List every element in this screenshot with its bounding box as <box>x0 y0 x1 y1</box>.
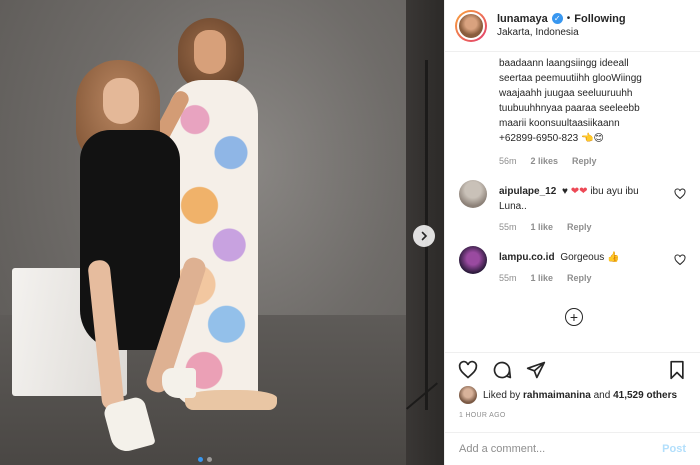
comment-reply-button[interactable]: Reply <box>567 222 592 232</box>
commenter-username[interactable]: aipulape_12 <box>499 186 556 197</box>
caption-meta: 56m 2 likes Reply <box>499 156 688 166</box>
comment-input[interactable] <box>459 443 663 455</box>
post-actions <box>445 352 700 386</box>
comment-body: aipulape_12 ♥ ❤❤ ibu ayu ibu Luna.. 55m … <box>499 184 664 232</box>
white-heel-right <box>162 368 196 398</box>
add-comment-bar: Post <box>445 432 700 465</box>
author-avatar-image <box>457 11 485 40</box>
comment-message: Gorgeous 👍 <box>560 252 620 263</box>
floral-dress-hem <box>185 390 277 410</box>
model-one-face <box>103 78 139 124</box>
comment-time[interactable]: 55m <box>499 273 517 283</box>
caption-time[interactable]: 56m <box>499 156 517 166</box>
comment-item: aipulape_12 ♥ ❤❤ ibu ayu ibu Luna.. 55m … <box>459 180 688 232</box>
author-row: lunamaya ✓ • Following <box>497 12 626 26</box>
commenter-avatar[interactable] <box>459 246 487 274</box>
heart-icon <box>458 360 478 379</box>
share-button[interactable] <box>525 359 547 381</box>
model-two-face <box>194 30 226 74</box>
likes-count[interactable]: 41,529 others <box>613 390 677 401</box>
comment-likes[interactable]: 1 like <box>531 222 554 232</box>
liker-username[interactable]: rahmaimanina <box>523 390 591 401</box>
post-comment-button[interactable]: Post <box>662 443 686 455</box>
commenter-avatar[interactable] <box>459 180 487 208</box>
plus-circle-icon[interactable]: + <box>565 308 583 326</box>
save-button[interactable] <box>666 359 688 381</box>
header-separator: • <box>566 13 571 25</box>
comment-button[interactable] <box>491 359 513 381</box>
caption-likes[interactable]: 2 likes <box>531 156 559 166</box>
likes-joiner: and <box>593 389 611 401</box>
comment-item: lampu.co.id Gorgeous 👍 55m 1 like Reply <box>459 246 688 283</box>
comments-section[interactable]: baadaann laangsiingg ideeall seertaa pee… <box>445 52 700 352</box>
author-avatar[interactable] <box>455 9 487 42</box>
comment-text: aipulape_12 ♥ ❤❤ ibu ayu ibu Luna.. <box>499 184 664 214</box>
post-photo[interactable] <box>0 0 444 465</box>
instagram-post-view: lunamaya ✓ • Following Jakarta, Indonesi… <box>0 0 700 465</box>
floral-dress <box>168 80 258 410</box>
like-button[interactable] <box>457 359 479 381</box>
heart-icon[interactable] <box>674 254 686 266</box>
post-header: lunamaya ✓ • Following Jakarta, Indonesi… <box>445 0 700 52</box>
commenter-username[interactable]: lampu.co.id <box>499 252 555 263</box>
comment-reply-button[interactable]: Reply <box>567 273 592 283</box>
likes-prefix: Liked by <box>483 389 521 401</box>
caption-reply-button[interactable]: Reply <box>572 156 597 166</box>
caption-text: baadaann laangsiingg ideeall seertaa pee… <box>499 58 642 144</box>
comment-time[interactable]: 55m <box>499 222 517 232</box>
bookmark-icon <box>670 360 684 379</box>
comment-meta: 55m 1 like Reply <box>499 222 664 232</box>
author-username[interactable]: lunamaya <box>497 12 548 26</box>
author-info: lunamaya ✓ • Following Jakarta, Indonesi… <box>497 12 626 39</box>
share-icon <box>526 361 546 378</box>
carousel-next-button[interactable] <box>413 225 435 247</box>
post-timestamp[interactable]: 1 HOUR AGO <box>459 412 506 419</box>
comment-likes[interactable]: 1 like <box>531 273 554 283</box>
likes-summary: Liked by rahmaimanina and 41,529 others <box>459 386 677 404</box>
heart-emoji: ❤❤ <box>570 186 588 197</box>
comment-body: lampu.co.id Gorgeous 👍 55m 1 like Reply <box>499 250 664 283</box>
comment-icon <box>493 361 512 378</box>
carousel-indicator <box>198 457 212 462</box>
following-button[interactable]: Following <box>574 12 625 26</box>
chevron-right-icon <box>421 231 428 241</box>
comment-text: lampu.co.id Gorgeous 👍 <box>499 250 664 265</box>
post-sidebar: lunamaya ✓ • Following Jakarta, Indonesi… <box>444 0 700 465</box>
heart-icon[interactable] <box>674 188 686 200</box>
comment-text-prefix: ♥ <box>562 186 568 197</box>
verified-badge-icon: ✓ <box>551 13 563 25</box>
comment-meta: 55m 1 like Reply <box>499 273 664 283</box>
post-location[interactable]: Jakarta, Indonesia <box>497 26 626 39</box>
carousel-dot <box>207 457 212 462</box>
carousel-dot-active <box>198 457 203 462</box>
liker-avatar[interactable] <box>459 386 477 404</box>
